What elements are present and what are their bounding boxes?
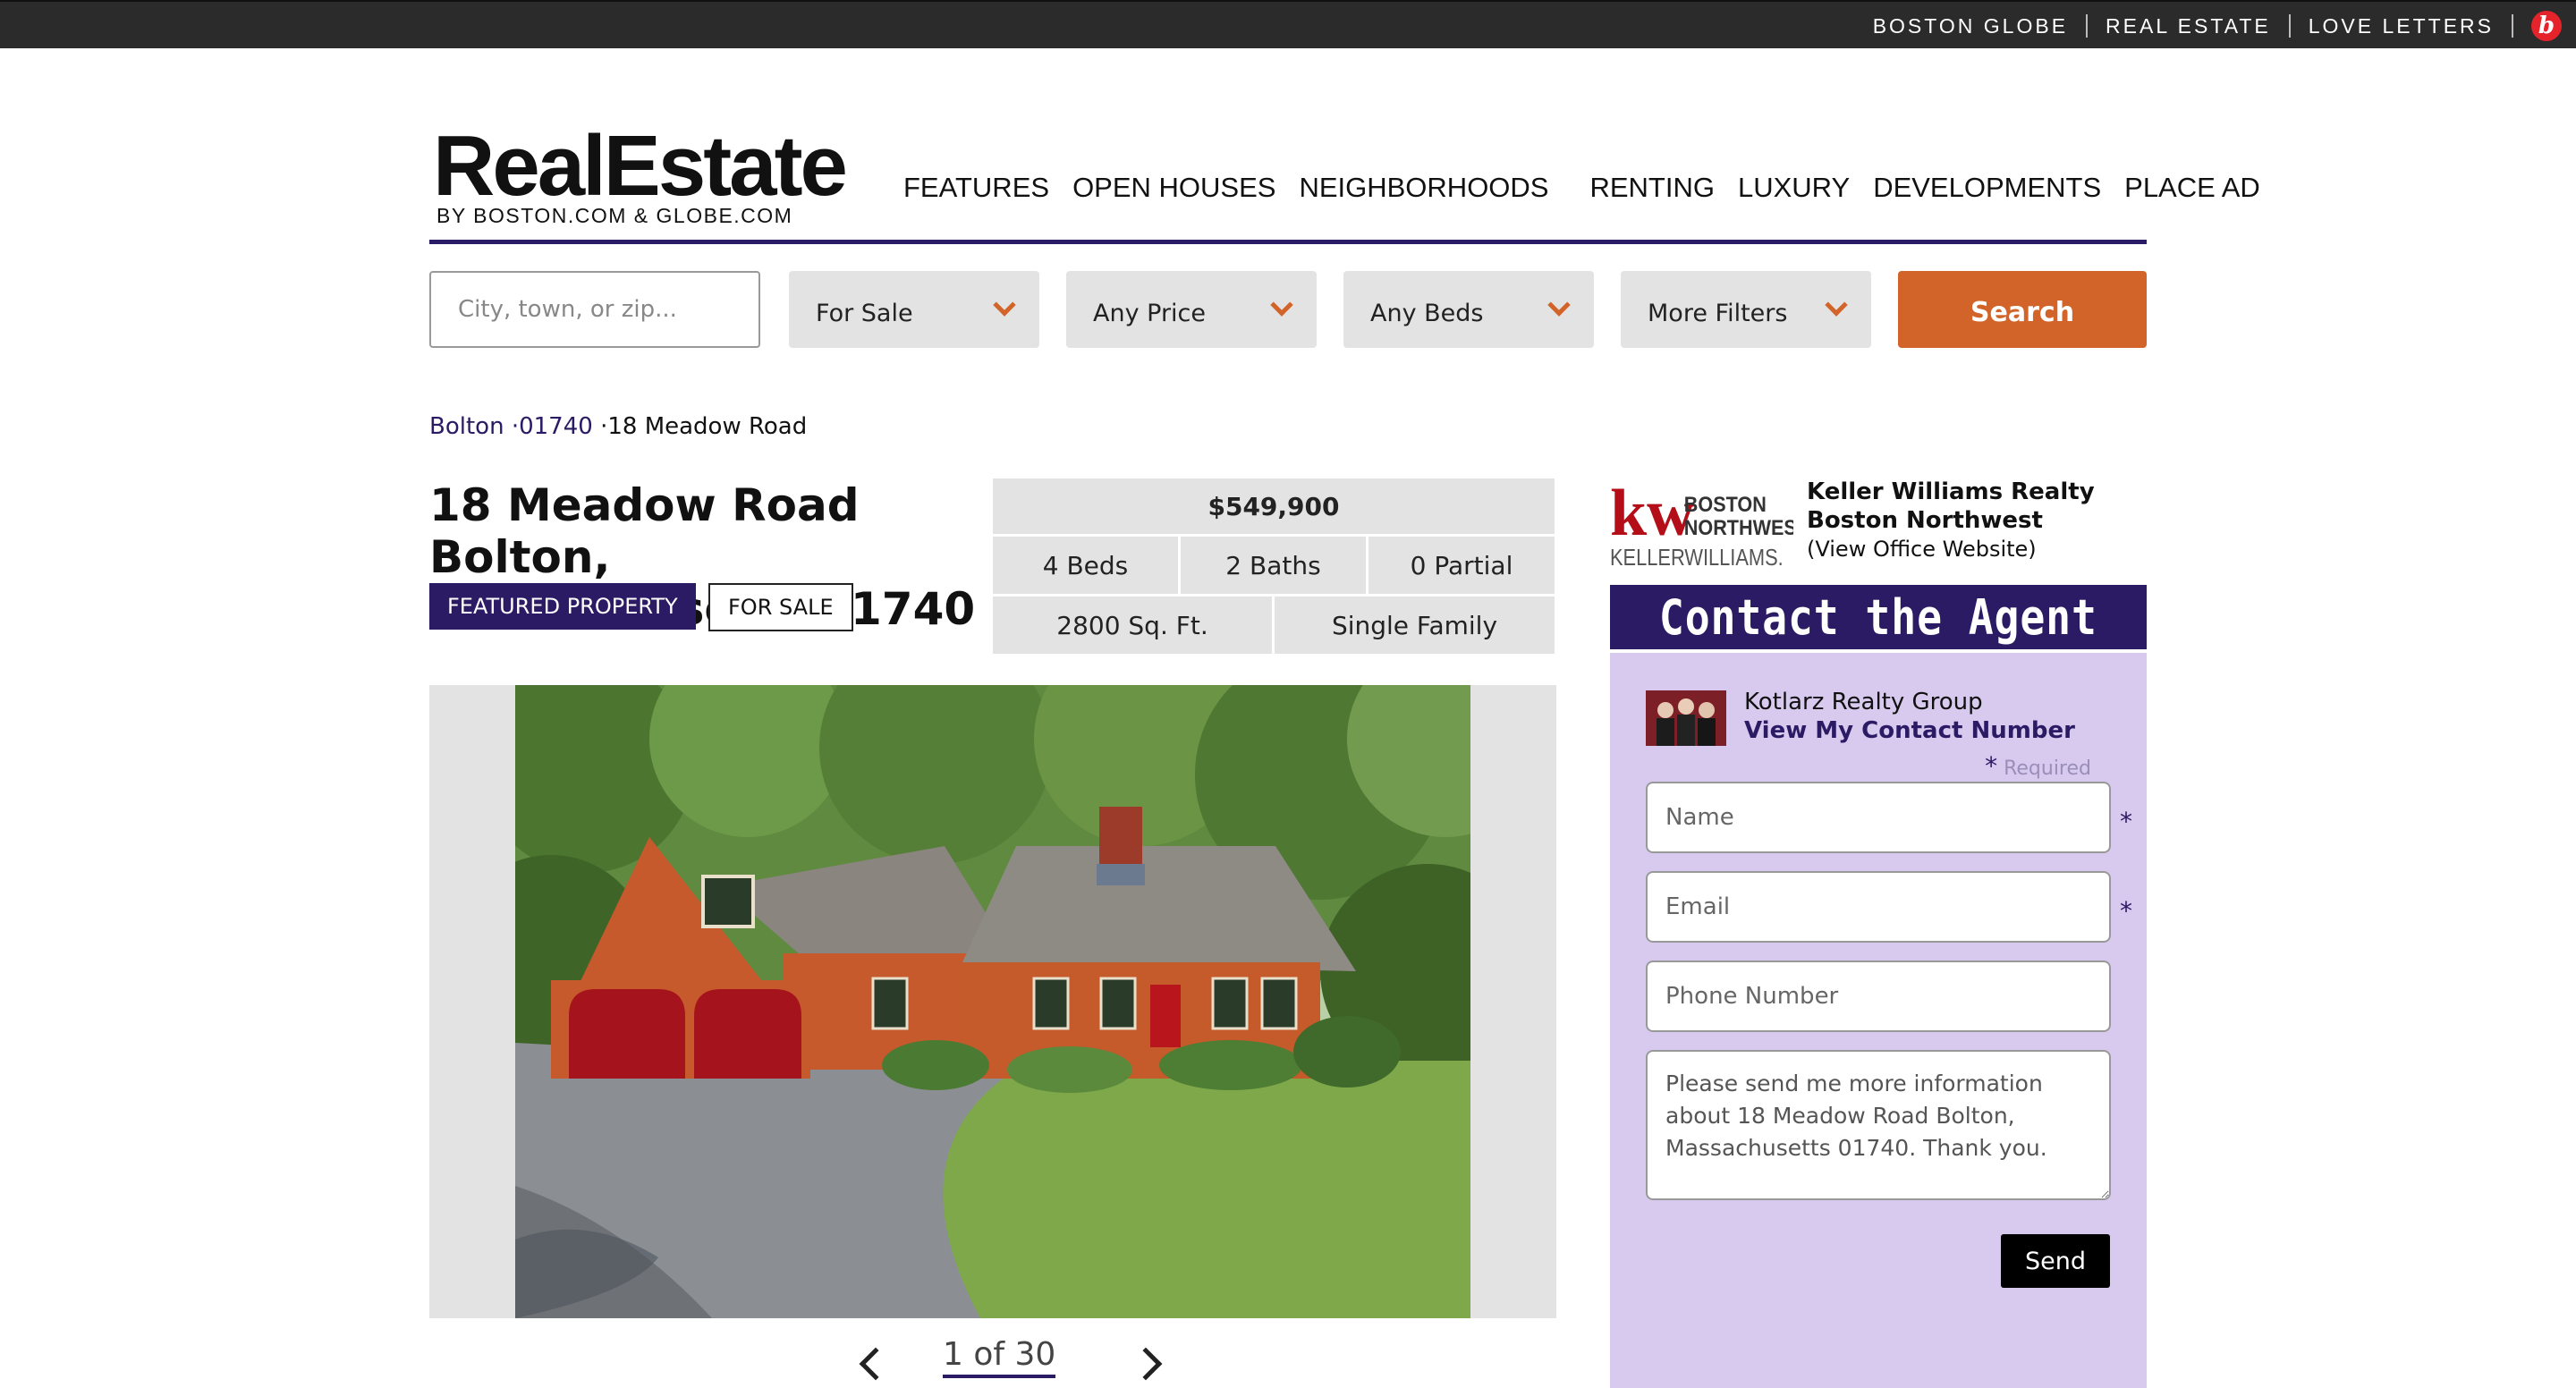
featured-badge: FEATURED PROPERTY: [429, 583, 696, 630]
search-button[interactable]: Search: [1898, 271, 2147, 348]
nav-open-houses[interactable]: OPEN HOUSES: [1072, 172, 1275, 204]
kw-logo-line1: BOSTON: [1684, 492, 1767, 516]
square-footage: 2800 Sq. Ft.: [1056, 610, 1208, 640]
required-star: *: [1985, 751, 1998, 781]
agent-group-image: [1646, 690, 1726, 746]
kw-logo-line2: NORTHWEST: [1684, 515, 1793, 539]
chevron-left-icon[interactable]: [859, 1347, 893, 1381]
agent-photo: [1646, 690, 1726, 746]
chevron-down-icon: [1270, 293, 1293, 317]
logo-wordmark: RealEstate: [433, 118, 848, 214]
global-topbar: BOSTON GLOBE REAL ESTATE LOVE LETTERS b: [0, 0, 2576, 48]
listing-type-select[interactable]: For Sale: [789, 271, 1039, 348]
beds-value: Any Beds: [1370, 299, 1484, 327]
office-info: kw BOSTON NORTHWEST KELLERWILLIAMS. Kell…: [1610, 474, 2147, 572]
breadcrumb: Bolton ·01740 ·18 Meadow Road: [429, 413, 807, 440]
baths-count: 2 Baths: [1225, 550, 1321, 580]
location-search-input[interactable]: [429, 271, 760, 348]
partial-baths-count: 0 Partial: [1410, 550, 1513, 580]
required-star: *: [2120, 807, 2132, 836]
price-value: Any Price: [1093, 299, 1207, 327]
view-contact-number-link[interactable]: View My Contact Number: [1744, 717, 2075, 744]
required-label: Required: [2004, 757, 2091, 780]
property-photo[interactable]: [515, 685, 1470, 1318]
house-photo-image: [515, 685, 1470, 1318]
office-website-link[interactable]: (View Office Website): [1807, 537, 2037, 562]
phone-field[interactable]: [1646, 961, 2111, 1032]
photo-counter: 1 of 30: [943, 1336, 1056, 1378]
message-field[interactable]: Please send me more information about 18…: [1646, 1050, 2111, 1200]
required-star: *: [2120, 896, 2132, 926]
kw-logo-line3: KELLERWILLIAMS.: [1610, 545, 1784, 571]
property-facts: $549,900 4 Beds 2 Baths 0 Partial 2800 S…: [993, 478, 1555, 654]
nav-developments[interactable]: DEVELOPMENTS: [1873, 172, 2101, 204]
email-field[interactable]: [1646, 871, 2111, 943]
topbar-link-love-letters[interactable]: LOVE LETTERS: [2291, 14, 2512, 38]
send-button[interactable]: Send: [2001, 1234, 2110, 1288]
nav-neighborhoods[interactable]: NEIGHBORHOODS: [1299, 172, 1548, 204]
boston-globe-logo-icon[interactable]: b: [2531, 11, 2562, 41]
search-bar: For Sale Any Price Any Beds More Filters…: [429, 271, 2147, 348]
beds-select[interactable]: Any Beds: [1343, 271, 1594, 348]
main-nav: FEATURES OPEN HOUSES NEIGHBORHOODS RENTI…: [903, 172, 2260, 204]
chevron-down-icon: [1547, 293, 1571, 317]
breadcrumb-separator: ·: [511, 413, 520, 440]
name-field[interactable]: [1646, 782, 2111, 853]
nav-features[interactable]: FEATURES: [903, 172, 1049, 204]
breadcrumb-zip[interactable]: 01740: [519, 413, 593, 440]
nav-place-ad[interactable]: PLACE AD: [2124, 172, 2260, 204]
keller-williams-logo[interactable]: kw BOSTON NORTHWEST KELLERWILLIAMS.: [1610, 474, 1793, 571]
site-logo[interactable]: RealEstate BY BOSTON.COM & GLOBE.COM: [433, 118, 848, 228]
price: $549,900: [1208, 491, 1340, 521]
contact-heading-text: Contact the Agent: [1659, 588, 2097, 646]
topbar-links: BOSTON GLOBE REAL ESTATE LOVE LETTERS: [1855, 2, 2513, 50]
divider: [2512, 14, 2513, 38]
office-name: Keller Williams Realty Boston Northwest: [1807, 478, 2095, 534]
gallery-pager: 1 of 30: [859, 1333, 1163, 1388]
topbar-link-boston-globe[interactable]: BOSTON GLOBE: [1855, 14, 2086, 38]
listing-type-value: For Sale: [816, 299, 913, 327]
photo-gallery[interactable]: [429, 685, 1556, 1318]
more-filters-select[interactable]: More Filters: [1621, 271, 1871, 348]
contact-heading: Contact the Agent: [1610, 585, 2147, 649]
breadcrumb-current: 18 Meadow Road: [607, 413, 808, 440]
chevron-down-icon: [1825, 293, 1848, 317]
beds-count: 4 Beds: [1042, 550, 1129, 580]
chevron-down-icon: [993, 293, 1016, 317]
agent-name: Kotlarz Realty Group: [1744, 689, 1983, 715]
nav-renting[interactable]: RENTING: [1589, 172, 1715, 204]
breadcrumb-town[interactable]: Bolton: [429, 413, 504, 440]
kw-logo-mark: kw: [1610, 477, 1695, 550]
required-note: * Required: [1985, 751, 2091, 781]
chevron-right-icon[interactable]: [1129, 1347, 1163, 1381]
contact-form: Kotlarz Realty Group View My Contact Num…: [1610, 653, 2147, 1388]
status-badge: FOR SALE: [708, 583, 853, 631]
header-divider: [429, 240, 2147, 244]
logo-tagline: BY BOSTON.COM & GLOBE.COM: [436, 204, 793, 227]
price-select[interactable]: Any Price: [1066, 271, 1317, 348]
property-type: Single Family: [1331, 610, 1498, 640]
nav-luxury[interactable]: LUXURY: [1738, 172, 1850, 204]
more-filters-label: More Filters: [1648, 299, 1788, 327]
topbar-link-real-estate[interactable]: REAL ESTATE: [2088, 14, 2289, 38]
